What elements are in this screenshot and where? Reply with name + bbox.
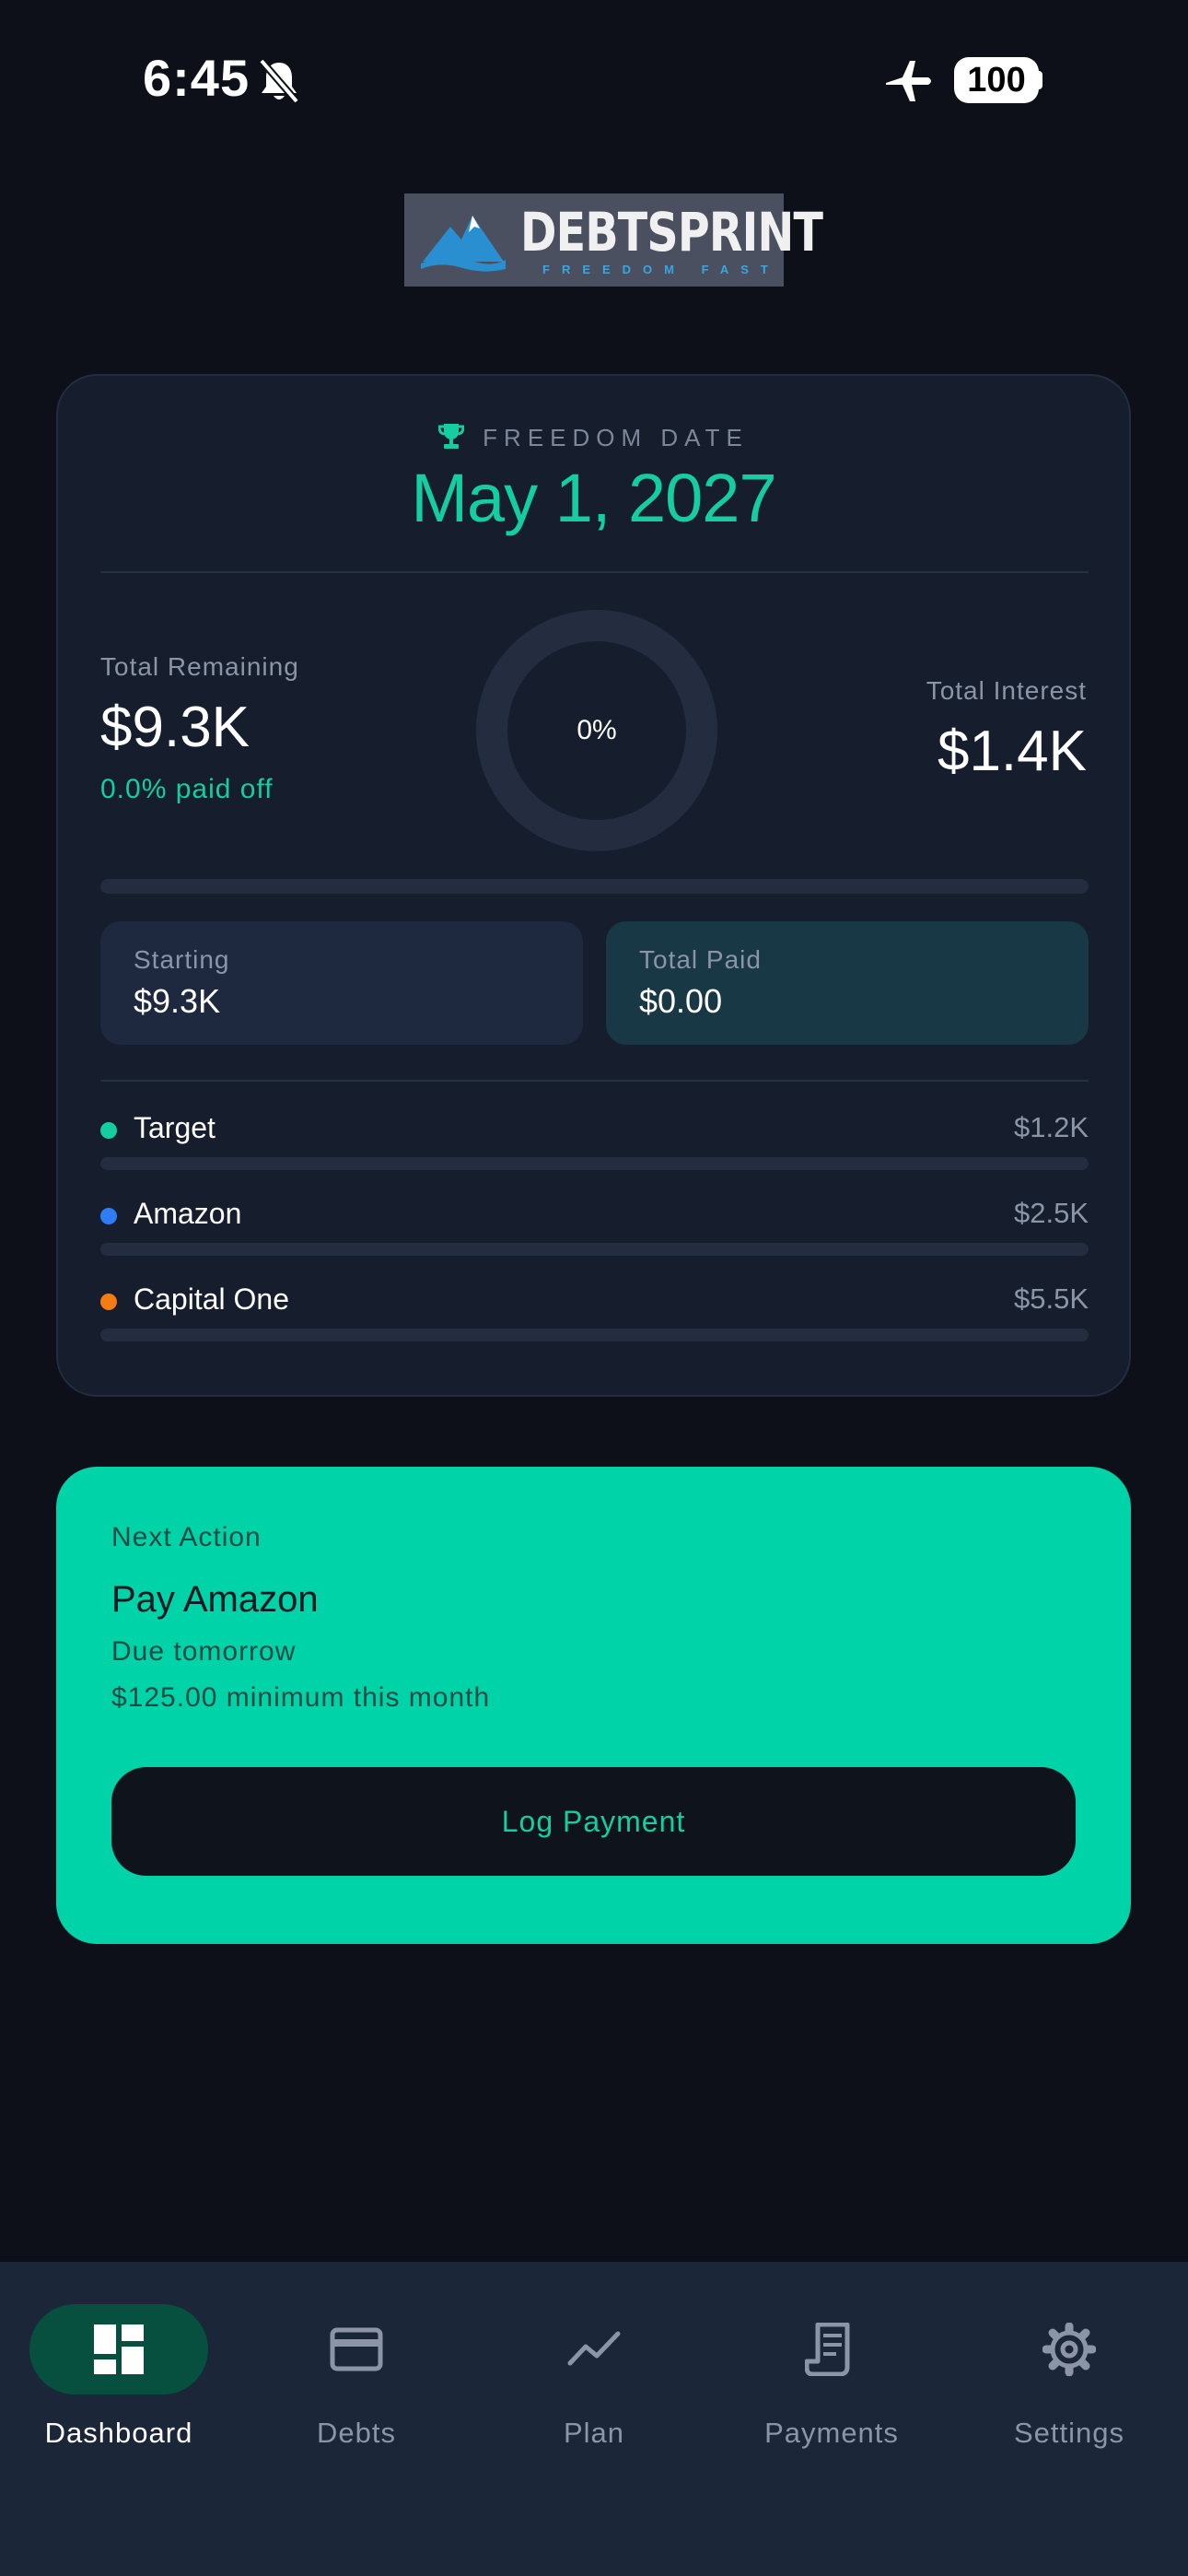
debt-name: Capital One [134, 1282, 289, 1316]
receipt-icon [805, 2323, 850, 2376]
debt-color-dot [100, 1208, 117, 1224]
nav-debts[interactable]: Debts [238, 2304, 475, 2452]
bell-muted-icon [258, 58, 300, 104]
nav-label: Debts [317, 2417, 396, 2449]
debt-progress-bar [100, 1329, 1089, 1341]
app-logo: DEBTSPRINT FREEDOM FAST [404, 193, 823, 287]
nav-label: Payments [764, 2417, 899, 2449]
airplane-mode-icon [886, 61, 931, 101]
next-action-title: Pay Amazon [111, 1579, 319, 1620]
debt-row-target[interactable]: Target $1.2K [100, 1100, 1089, 1174]
battery-level: 100 [954, 57, 1039, 103]
next-action-card: Next Action Pay Amazon Due tomorrow $125… [56, 1467, 1131, 1944]
total-paid-label: Total Paid [639, 945, 762, 974]
credit-card-icon [330, 2327, 383, 2371]
debt-amount: $2.5K [1013, 1197, 1089, 1229]
trend-line-icon [567, 2331, 621, 2366]
total-remaining-value: $9.3K [100, 696, 250, 759]
overall-progress-bar [100, 879, 1089, 894]
dashboard-icon [94, 2324, 144, 2374]
status-bar: 6:45 100 [0, 0, 1188, 157]
starting-label: Starting [134, 945, 230, 974]
paid-off-percentage: 0.0% paid off [100, 774, 274, 804]
total-paid-box: Total Paid $0.00 [606, 921, 1089, 1045]
total-interest-label: Total Interest [926, 676, 1087, 705]
starting-balance-box: Starting $9.3K [100, 921, 583, 1045]
nav-payments[interactable]: Payments [713, 2304, 950, 2452]
total-paid-value: $0.00 [639, 982, 723, 1020]
divider [100, 1080, 1089, 1082]
nav-label: Plan [563, 2417, 625, 2449]
battery-tip [1037, 71, 1042, 89]
debt-color-dot [100, 1122, 117, 1139]
logo-wordmark: DEBTSPRINT [520, 201, 823, 263]
freedom-date-label: FREEDOM DATE [483, 424, 749, 451]
total-remaining-label: Total Remaining [100, 652, 299, 681]
freedom-date-header: FREEDOM DATE [58, 422, 1129, 452]
divider [100, 571, 1089, 573]
debt-row-capital-one[interactable]: Capital One $5.5K [100, 1271, 1089, 1345]
next-action-label: Next Action [111, 1522, 262, 1552]
mountain-logo-icon [421, 216, 506, 272]
logo-tagline: FREEDOM FAST [542, 263, 780, 276]
debt-row-amazon[interactable]: Amazon $2.5K [100, 1186, 1089, 1259]
log-payment-button[interactable]: Log Payment [111, 1767, 1076, 1876]
nav-label: Dashboard [44, 2417, 193, 2449]
bottom-nav: Dashboard Debts Plan Payments Settings [0, 2262, 1188, 2576]
status-time: 6:45 [143, 49, 250, 107]
nav-settings[interactable]: Settings [950, 2304, 1188, 2452]
freedom-date-value: May 1, 2027 [411, 460, 776, 536]
debt-name: Target [134, 1111, 215, 1144]
total-interest-value: $1.4K [937, 720, 1087, 783]
next-action-due: Due tomorrow [111, 1636, 297, 1667]
nav-dashboard[interactable]: Dashboard [0, 2304, 238, 2452]
nav-plan[interactable]: Plan [475, 2304, 713, 2452]
starting-value: $9.3K [134, 982, 221, 1020]
trophy-icon [438, 424, 465, 449]
debt-progress-bar [100, 1157, 1089, 1170]
progress-percent-text: 0% [577, 715, 617, 745]
nav-label: Settings [1013, 2417, 1124, 2449]
next-action-minimum: $125.00 minimum this month [111, 1682, 491, 1713]
debt-progress-bar [100, 1243, 1089, 1256]
gear-icon [1042, 2323, 1096, 2376]
debt-color-dot [100, 1294, 117, 1310]
debt-amount: $5.5K [1013, 1282, 1089, 1315]
debt-amount: $1.2K [1013, 1111, 1089, 1143]
debt-name: Amazon [134, 1197, 242, 1230]
summary-card: FREEDOM DATE May 1, 2027 Total Remaining… [56, 374, 1131, 1397]
